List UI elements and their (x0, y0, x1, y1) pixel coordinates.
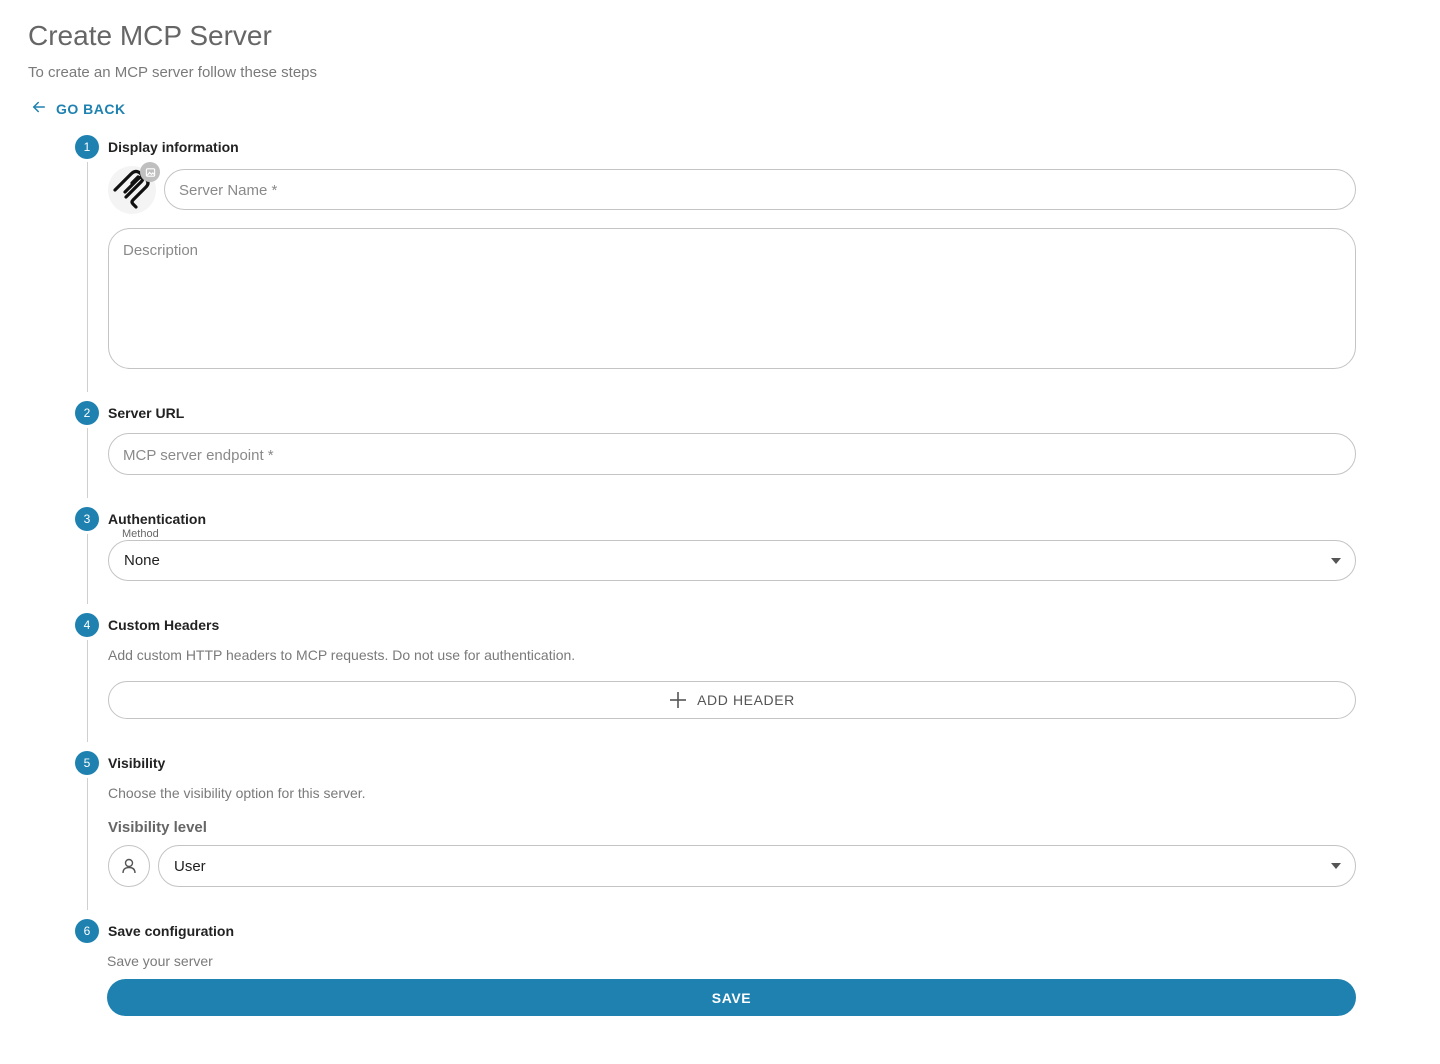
step-connector-1 (87, 162, 88, 392)
visibility-hint: Choose the visibility option for this se… (108, 785, 366, 801)
add-header-button[interactable]: ADD HEADER (108, 681, 1356, 719)
go-back-button[interactable]: GO BACK (30, 98, 126, 119)
plus-icon (670, 692, 687, 708)
visibility-level-select[interactable]: User (158, 845, 1356, 887)
description-textarea[interactable]: Description (108, 228, 1356, 369)
step-title-server-url: Server URL (108, 405, 185, 421)
step-title-custom-headers: Custom Headers (108, 617, 220, 633)
step-connector-2 (87, 428, 88, 498)
go-back-label: GO BACK (56, 100, 126, 117)
step-number-1: 1 (75, 135, 99, 159)
page-subtitle: To create an MCP server follow these ste… (28, 64, 318, 81)
step-connector-4 (87, 640, 88, 742)
user-icon (122, 858, 136, 874)
step-connector-5 (87, 778, 88, 910)
create-mcp-server-page: Create MCP Server To create an MCP serve… (0, 0, 1440, 1064)
server-name-input[interactable]: Server Name * (164, 169, 1356, 210)
save-button[interactable]: SAVE (107, 979, 1356, 1016)
server-name-placeholder: Server Name * (179, 182, 278, 199)
chevron-down-icon (1331, 557, 1341, 564)
step-number-4: 4 (75, 613, 99, 637)
auth-method-value: None (124, 552, 160, 569)
add-header-label: ADD HEADER (697, 692, 795, 708)
visibility-level-label: Visibility level (108, 819, 207, 836)
description-placeholder: Description (123, 242, 199, 259)
step-number-5: 5 (75, 751, 99, 775)
auth-method-select[interactable]: None (108, 540, 1356, 581)
image-edit-icon (145, 167, 155, 177)
mcp-endpoint-placeholder: MCP server endpoint * (123, 447, 274, 464)
arrow-left-icon (30, 98, 48, 119)
save-hint: Save your server (107, 953, 213, 969)
step-title-visibility: Visibility (108, 755, 166, 771)
step-title-authentication: Authentication (108, 511, 206, 527)
step-connector-3 (87, 534, 88, 604)
custom-headers-hint: Add custom HTTP headers to MCP requests.… (108, 647, 576, 663)
page-title: Create MCP Server (28, 20, 272, 51)
visibility-level-value: User (174, 858, 206, 875)
step-title-save-configuration: Save configuration (108, 923, 235, 939)
edit-avatar-button[interactable] (140, 162, 160, 182)
auth-method-label: Method (118, 528, 163, 540)
step-number-3: 3 (75, 507, 99, 531)
user-avatar (108, 845, 150, 887)
step-number-2: 2 (75, 401, 99, 425)
step-title-display-information: Display information (108, 139, 239, 155)
mcp-endpoint-input[interactable]: MCP server endpoint * (108, 433, 1356, 475)
step-number-6: 6 (75, 919, 99, 943)
chevron-down-icon (1331, 863, 1341, 869)
